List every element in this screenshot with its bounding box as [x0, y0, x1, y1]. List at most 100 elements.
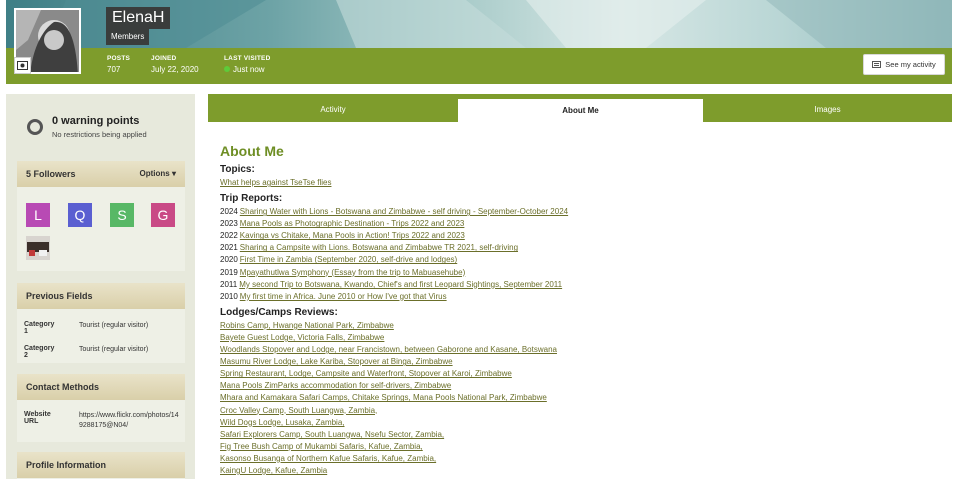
- last-visited-value: Just now: [233, 65, 265, 74]
- stat-last-visited: LAST VISITED Just now: [224, 55, 270, 74]
- field-key: Website URL: [24, 411, 51, 425]
- contact-methods-box: Contact Methods Website URL https://www.…: [17, 374, 185, 442]
- trip-year: 2022: [220, 231, 238, 241]
- trip-link[interactable]: First Time in Zambia (September 2020, se…: [240, 255, 457, 264]
- trip-item: 2011 My second Trip to Botswana, Kwando, …: [220, 279, 940, 291]
- lodge-link[interactable]: Robins Camp, Hwange National Park, Zimba…: [220, 321, 394, 330]
- topics-title: Topics:: [220, 164, 255, 175]
- username: ElenaH: [106, 7, 171, 29]
- stat-value: Just now: [224, 65, 270, 74]
- lodge-link[interactable]: Woodlands Stopover and Lodge, near Franc…: [220, 345, 557, 354]
- trip-reports-title: Trip Reports:: [220, 193, 283, 205]
- previous-fields-header: Previous Fields: [17, 283, 185, 309]
- lodge-item: Wild Dogs Lodge, Lusaka, Zambia,: [220, 417, 940, 429]
- lodge-link[interactable]: Bayete Guest Lodge, Victoria Falls, Zimb…: [220, 333, 384, 342]
- stat-label: JOINED: [151, 55, 177, 62]
- avatar-letter: L: [34, 207, 42, 223]
- lodge-item: Woodlands Stopover and Lodge, near Franc…: [220, 344, 940, 356]
- trip-year: 2021: [220, 243, 238, 253]
- stat-value: 707: [107, 65, 121, 74]
- tab-activity[interactable]: Activity: [208, 94, 458, 122]
- lodge-link[interactable]: Kasonso Busanga of Northern Kafue Safari…: [220, 454, 436, 463]
- topic-link[interactable]: What helps against TseTse flies: [220, 178, 331, 187]
- trip-year: 2020: [220, 255, 238, 265]
- followers-options-button[interactable]: Options ▾: [140, 161, 176, 187]
- field-key: Category 2: [24, 345, 55, 359]
- lodge-item: Kasonso Busanga of Northern Kafue Safari…: [220, 453, 940, 465]
- activity-icon: [872, 61, 882, 68]
- lodge-item: Bayete Guest Lodge, Victoria Falls, Zimb…: [220, 332, 940, 344]
- trip-year: 2023: [220, 219, 238, 229]
- lodge-link[interactable]: Wild Dogs Lodge, Lusaka, Zambia,: [220, 418, 345, 427]
- lodges-title: Lodges/Camps Reviews:: [220, 306, 338, 318]
- see-activity-button[interactable]: See my activity: [863, 54, 945, 75]
- trip-link[interactable]: Mpayathutlwa Symphony (Essay from the tr…: [240, 268, 465, 277]
- trip-link[interactable]: My first time in Africa. June 2010 or Ho…: [240, 292, 447, 301]
- previous-fields-box: Previous Fields Category 1 Tourist (regu…: [17, 283, 185, 363]
- member-group: Members: [106, 29, 150, 45]
- stat-value: July 22, 2020: [151, 65, 199, 74]
- trip-year: 2011: [220, 279, 238, 289]
- follower-avatar[interactable]: S: [110, 203, 134, 227]
- lodge-link[interactable]: Mhara and Kamakara Safari Camps, Chitake…: [220, 393, 547, 402]
- lodge-link[interactable]: KaingU Lodge, Kafue, Zambia: [220, 466, 327, 475]
- field-value: Tourist (regular visitor): [79, 322, 149, 329]
- lodge-item: Robins Camp, Hwange National Park, Zimba…: [220, 320, 940, 332]
- lodge-item: Safari Explorers Camp, South Luangwa, Ns…: [220, 429, 940, 441]
- followers-title: 5 Followers: [26, 169, 76, 179]
- follower-avatar[interactable]: [26, 236, 50, 260]
- website-url[interactable]: https://www.flickr.com/photos/149288175@…: [79, 411, 179, 431]
- warning-circle-icon: [27, 119, 43, 135]
- trip-link[interactable]: Mana Pools as Photographic Destination -…: [240, 219, 465, 228]
- about-me-content: About Me Topics: What helps against TseT…: [220, 143, 940, 477]
- avatar-letter: S: [117, 207, 127, 223]
- follower-avatar[interactable]: Q: [68, 203, 92, 227]
- avatar-letter: G: [157, 207, 169, 223]
- avatar-letter: Q: [74, 207, 86, 223]
- trip-link[interactable]: Kavinga vs Chitake, Mana Pools in Action…: [240, 231, 465, 240]
- stat-posts: POSTS 707: [107, 55, 130, 74]
- trip-item: 2022 Kavinga vs Chitake, Mana Pools in Ac…: [220, 230, 940, 242]
- lodge-link[interactable]: Safari Explorers Camp, South Luangwa, Ns…: [220, 430, 444, 439]
- stat-joined: JOINED July 22, 2020: [151, 55, 199, 74]
- lodge-item: Fig Tree Bush Camp of Mukambi Safaris, K…: [220, 441, 940, 453]
- warning-points: 0 warning points No restrictions being a…: [18, 104, 184, 150]
- profile-stats-bar: [6, 48, 952, 84]
- trip-item: 2023 Mana Pools as Photographic Destinati…: [220, 218, 940, 230]
- profile-information-box: Profile Information: [17, 452, 185, 479]
- see-activity-label: See my activity: [885, 60, 936, 69]
- follower-avatar[interactable]: G: [151, 203, 175, 227]
- lodge-link[interactable]: Mana Pools ZimParks accommodation for se…: [220, 381, 451, 390]
- lodge-link[interactable]: Croc Valley Camp, South Luangwa, Zambia,: [220, 406, 377, 415]
- lodge-item: Spring Restaurant, Lodge, Campsite and W…: [220, 368, 940, 380]
- follower-photo-icon: [26, 236, 50, 260]
- profile-information-header: Profile Information: [17, 452, 185, 478]
- follower-avatar[interactable]: L: [26, 203, 50, 227]
- tab-images[interactable]: Images: [703, 94, 952, 122]
- trip-link[interactable]: My second Trip to Botswana, Kwando, Chie…: [239, 280, 562, 289]
- trip-link[interactable]: Sharing Water with Lions - Botswana and …: [240, 207, 568, 216]
- topic-item: What helps against TseTse flies: [220, 177, 940, 189]
- about-me-heading: About Me: [220, 143, 284, 159]
- lodge-link[interactable]: Spring Restaurant, Lodge, Campsite and W…: [220, 369, 512, 378]
- stat-label: POSTS: [107, 55, 131, 62]
- trip-item: 2020 First Time in Zambia (September 2020…: [220, 254, 940, 266]
- followers-header: 5 Followers Options ▾: [17, 161, 185, 187]
- trip-link[interactable]: Sharing a Campsite with Lions. Botswana …: [240, 243, 518, 252]
- lodge-item: Croc Valley Camp, South Luangwa, Zambia,: [220, 405, 940, 417]
- change-photo-icon[interactable]: [14, 57, 31, 74]
- tab-about-me[interactable]: About Me: [458, 99, 703, 122]
- followers-box: 5 Followers Options ▾ L Q S G: [17, 161, 185, 271]
- trip-item: 2010 My first time in Africa. June 2010 o…: [220, 291, 940, 303]
- trip-item: 2024 Sharing Water with Lions - Botswana …: [220, 206, 940, 218]
- lodge-item: Mana Pools ZimParks accommodation for se…: [220, 380, 940, 392]
- lodge-link[interactable]: Masumu River Lodge, Lake Kariba, Stopove…: [220, 357, 453, 366]
- online-indicator-icon: [224, 66, 230, 72]
- field-key: Category 1: [24, 321, 55, 335]
- lodge-link[interactable]: Fig Tree Bush Camp of Mukambi Safaris, K…: [220, 442, 423, 451]
- trip-year: 2010: [220, 291, 238, 301]
- trip-year: 2024: [220, 207, 238, 217]
- lodge-item: Mhara and Kamakara Safari Camps, Chitake…: [220, 392, 940, 404]
- trip-item: 2021 Sharing a Campsite with Lions. Botsw…: [220, 242, 940, 254]
- warning-title: 0 warning points: [52, 115, 140, 127]
